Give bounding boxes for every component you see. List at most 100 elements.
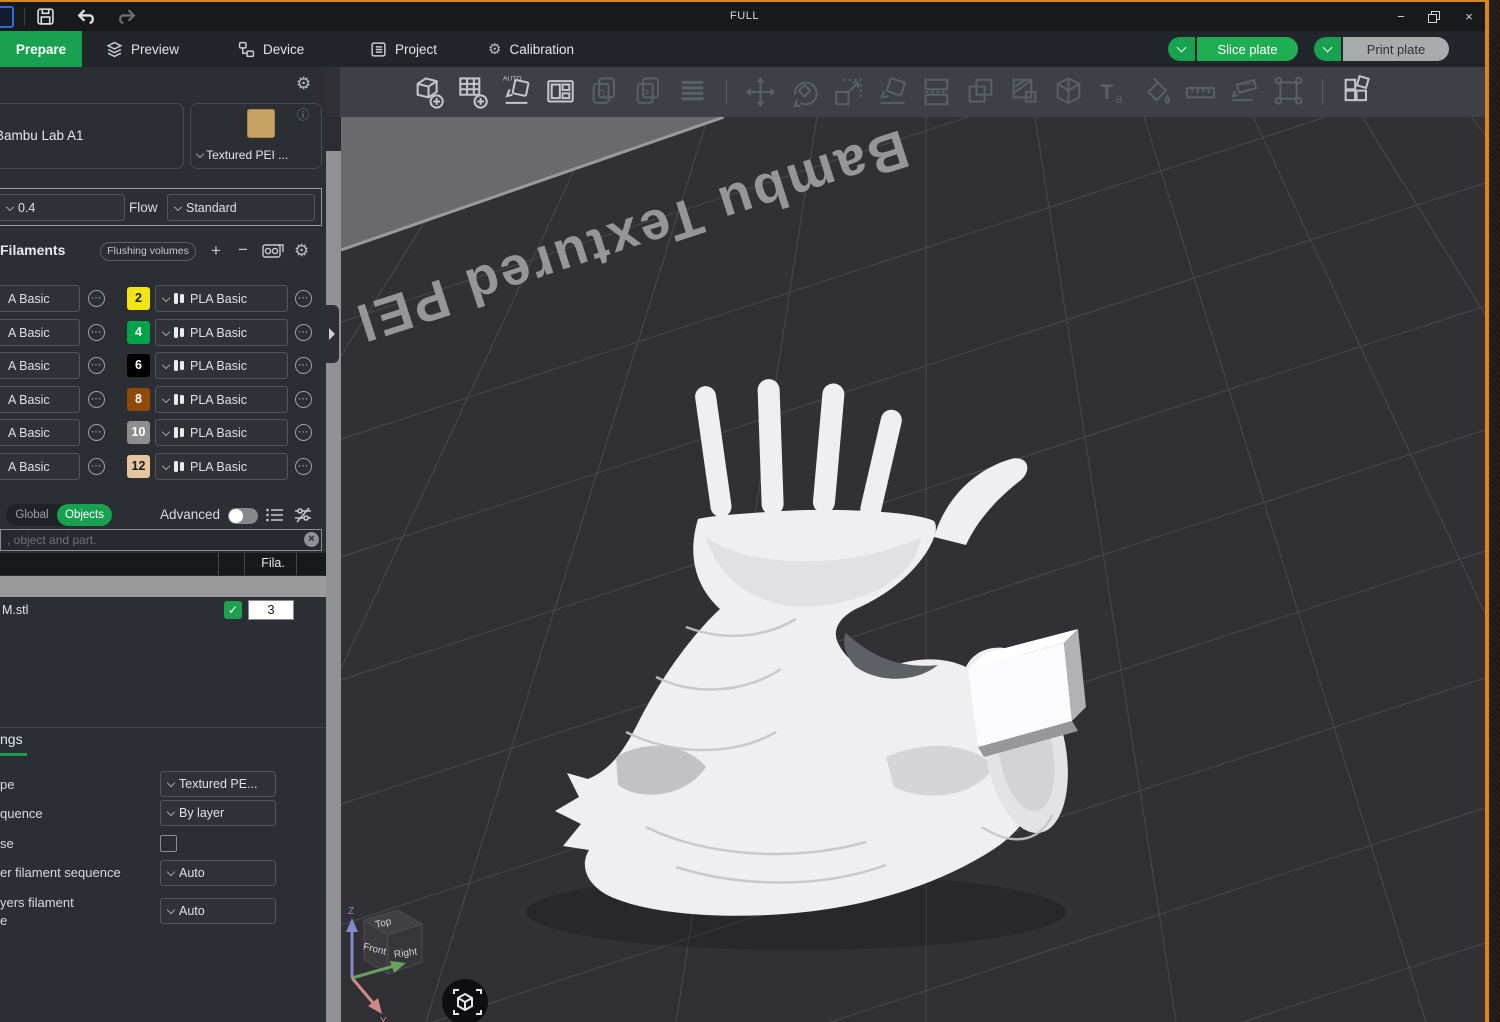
filament-ellipsis-icon[interactable]: ··· — [88, 424, 105, 441]
plate-type-select[interactable]: Textured PE... — [160, 771, 276, 797]
filament-chip[interactable]: 2 — [127, 287, 150, 310]
tab-preview[interactable]: Preview — [106, 31, 179, 67]
advanced-toggle[interactable] — [228, 508, 258, 524]
search-clear-icon[interactable]: × — [304, 532, 319, 547]
measure-icon[interactable] — [1184, 73, 1217, 111]
filament-select[interactable]: PLA Basic — [155, 319, 288, 346]
split-icon[interactable] — [920, 73, 953, 111]
plate-type-card[interactable]: ⓘ Textured PEI ... — [190, 103, 322, 169]
scope-objects[interactable]: Objects — [57, 504, 112, 526]
clone-object-icon[interactable]: O — [588, 73, 621, 111]
print-options-button[interactable] — [1314, 37, 1341, 61]
info-icon[interactable]: ⓘ — [297, 106, 309, 123]
filament-chip[interactable]: 12 — [127, 455, 150, 478]
setting-label: quence — [0, 806, 43, 821]
object-filament-cell[interactable]: 3 — [248, 600, 294, 620]
filament-select[interactable]: PLA Basic — [155, 352, 288, 379]
minimize-button[interactable]: − — [1392, 9, 1410, 25]
filament-ellipsis-icon[interactable]: ··· — [295, 458, 312, 475]
tab-calibration[interactable]: ⚙ Calibration — [488, 31, 574, 67]
layers-list-icon[interactable] — [676, 73, 709, 111]
split-to-parts-icon[interactable] — [1340, 73, 1373, 111]
scene-viewport[interactable]: Bambu Textured PEI Top Front Right Z Y A… — [0, 0, 1500, 1022]
lay-on-face-icon[interactable] — [876, 73, 909, 111]
filament-ellipsis-icon[interactable]: ··· — [88, 458, 105, 475]
filament-chip[interactable]: 6 — [127, 354, 150, 377]
move-icon[interactable] — [744, 73, 777, 111]
add-text-icon[interactable]: Ta — [1096, 73, 1129, 111]
spiral-vase-checkbox[interactable] — [160, 835, 177, 852]
arrange-icon[interactable] — [544, 73, 577, 111]
filament-name: PLA Basic — [190, 425, 247, 440]
object-search-input[interactable]: , object and part. — [0, 529, 322, 551]
window-border-top — [0, 0, 1489, 2]
slice-plate-button[interactable]: Slice plate — [1197, 37, 1298, 61]
filament-ellipsis-icon[interactable]: ··· — [295, 357, 312, 374]
filament-settings-gear-icon[interactable]: ⚙ — [294, 242, 309, 259]
close-button[interactable]: × — [1460, 9, 1478, 25]
other-layers-sequence-select[interactable]: Auto — [160, 898, 276, 924]
filament-left-select[interactable]: A Basic — [0, 285, 80, 312]
filament-ellipsis-icon[interactable]: ··· — [295, 290, 312, 307]
slice-options-button[interactable] — [1168, 37, 1195, 61]
filament-ellipsis-icon[interactable]: ··· — [295, 324, 312, 341]
restore-button[interactable] — [1426, 9, 1444, 25]
tab-device[interactable]: Device — [238, 31, 304, 67]
filament-ellipsis-icon[interactable]: ··· — [88, 357, 105, 374]
paint-icon[interactable] — [1140, 73, 1173, 111]
clone-plate-icon[interactable]: P — [632, 73, 665, 111]
printer-settings-gear-icon[interactable]: ⚙ — [296, 75, 311, 92]
filament-ellipsis-icon[interactable]: ··· — [88, 290, 105, 307]
svg-text:O: O — [597, 88, 605, 100]
filament-chip[interactable]: 10 — [127, 421, 150, 444]
ams-icon[interactable] — [262, 243, 284, 260]
filament-left-select[interactable]: A Basic — [0, 386, 80, 413]
panel-collapse-handle[interactable] — [326, 305, 339, 363]
auto-orient-icon[interactable]: AUTO — [500, 73, 533, 111]
filament-ellipsis-icon[interactable]: ··· — [88, 391, 105, 408]
nozzle-select[interactable]: 0.4 — [0, 194, 125, 221]
scope-global[interactable]: Global — [8, 504, 56, 526]
spool-icon — [174, 292, 185, 305]
list-view-icon[interactable] — [266, 507, 284, 523]
filament-chip[interactable]: 4 — [127, 321, 150, 344]
add-plate-icon[interactable] — [456, 73, 489, 111]
hollow-icon[interactable] — [1008, 73, 1041, 111]
object-checkbox[interactable]: ✓ — [224, 601, 242, 619]
filter-settings-icon[interactable] — [294, 507, 312, 523]
remove-filament-icon[interactable]: − — [238, 241, 248, 258]
filament-ellipsis-icon[interactable]: ··· — [295, 391, 312, 408]
first-layer-sequence-select[interactable]: Auto — [160, 860, 276, 886]
print-plate-button[interactable]: Print plate — [1343, 37, 1449, 61]
filament-select[interactable]: PLA Basic — [155, 419, 288, 446]
filament-left-select[interactable]: A Basic — [0, 352, 80, 379]
filament-ellipsis-icon[interactable]: ··· — [295, 424, 312, 441]
flow-select[interactable]: Standard — [167, 194, 315, 221]
add-object-icon[interactable] — [412, 73, 445, 111]
filament-chip[interactable]: 8 — [127, 388, 150, 411]
scale-icon[interactable] — [832, 73, 865, 111]
filament-ellipsis-icon[interactable]: ··· — [88, 324, 105, 341]
svg-text:T: T — [1100, 79, 1114, 104]
add-filament-icon[interactable]: + — [211, 242, 221, 259]
printer-card[interactable]: Bambu Lab A1 — [0, 103, 184, 169]
flushing-volumes-button[interactable]: Flushing volumes — [100, 242, 196, 261]
filament-select[interactable]: PLA Basic — [155, 453, 288, 480]
filament-left-select[interactable]: A Basic — [0, 319, 80, 346]
frame-icon[interactable] — [1272, 73, 1305, 111]
spool-icon — [174, 326, 185, 339]
boolean-icon[interactable] — [964, 73, 997, 111]
filament-select[interactable]: PLA Basic — [155, 285, 288, 312]
rotate-icon[interactable] — [788, 73, 821, 111]
filament-left-select[interactable]: A Basic — [0, 419, 80, 446]
print-sequence-select[interactable]: By layer — [160, 800, 276, 826]
filament-select[interactable]: PLA Basic — [155, 386, 288, 413]
tab-prepare[interactable]: Prepare — [0, 31, 82, 67]
filament-left-select[interactable]: A Basic — [0, 453, 80, 480]
plate-row[interactable] — [0, 576, 326, 597]
tab-project[interactable]: Project — [370, 31, 437, 67]
scene-canvas: Bambu Textured PEI Top Front Right Z Y — [0, 0, 1500, 1022]
chevron-down-icon — [1322, 42, 1333, 52]
seam-icon[interactable] — [1228, 73, 1261, 111]
mesh-cube-icon[interactable] — [1052, 73, 1085, 111]
